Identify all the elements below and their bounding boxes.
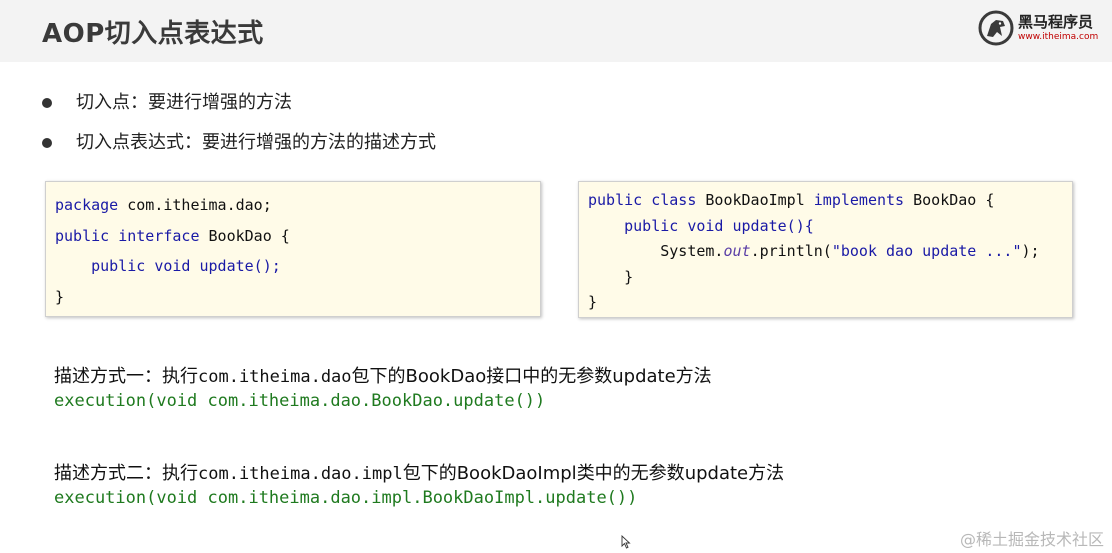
code-method: update(); (190, 257, 281, 275)
description-label: 描述方式一：执行com.itheima.dao包下的BookDao接口中的无参数… (54, 362, 712, 388)
description-package: com.itheima.dao (198, 367, 352, 387)
bullet-dot-icon (42, 138, 52, 148)
slide-title: AOP切入点表达式 (42, 19, 264, 49)
code-line: } (588, 264, 1072, 290)
code-line: public interface BookDao { (55, 221, 540, 252)
description-text: 方法 (675, 366, 712, 387)
code-keyword: implements (813, 191, 905, 209)
horse-logo-icon (978, 10, 1014, 46)
code-text: BookDao { (904, 191, 995, 209)
code-keyword: void (154, 257, 191, 275)
brand-name: 黑马程序员 (1018, 13, 1094, 31)
code-text: } (624, 267, 634, 286)
description-method: update (684, 463, 749, 484)
bullet-text: 切入点表达式：要进行增强的方法的描述方式 (76, 132, 436, 153)
interface-code-block: package com.itheima.dao; public interfac… (45, 181, 541, 317)
code-keyword: public (588, 191, 643, 209)
code-keyword: interface (118, 226, 200, 245)
code-keyword: package (55, 196, 119, 214)
cursor-icon (621, 535, 631, 549)
description-text: 类中的无参数 (576, 463, 685, 484)
description-text: 接口中的无参数 (486, 366, 613, 387)
description-label: 描述方式二：执行com.itheima.dao.impl包下的BookDaoIm… (54, 459, 784, 485)
description-class: BookDao (405, 366, 487, 387)
description-class: BookDaoImpl (456, 463, 577, 484)
code-line: } (55, 287, 65, 306)
code-keyword: class (651, 191, 697, 209)
code-text: com.itheima.dao; (118, 196, 272, 214)
slide-header: AOP切入点表达式 黑马程序员 www.itheima.com (0, 0, 1112, 62)
brand-url: www.itheima.com (1018, 32, 1099, 42)
description-text: 描述方式二：执行 (54, 463, 198, 484)
code-text: .println( (750, 242, 832, 260)
code-text: ); (1021, 242, 1040, 260)
impl-code-block: public class BookDaoImpl implements Book… (578, 181, 1073, 318)
code-line: package com.itheima.dao; (55, 190, 540, 221)
code-line: System.out.println("book dao update ..."… (588, 238, 1072, 264)
code-keyword: public (55, 226, 110, 245)
description-text: 包下的 (351, 366, 406, 387)
code-line: } (588, 293, 598, 311)
code-keyword: public (91, 257, 146, 275)
code-keyword: public (624, 216, 679, 235)
execution-expression: execution(void com.itheima.dao.BookDao.u… (54, 391, 546, 411)
code-line: public void update(){ (588, 213, 1072, 239)
code-line: public void update(); (55, 251, 540, 282)
description-text: 方法 (748, 463, 785, 484)
code-method: update(){ (723, 216, 814, 235)
watermark: @稀土掘金技术社区 (959, 530, 1104, 549)
code-text: System. (660, 242, 724, 260)
bullet-dot-icon (42, 98, 52, 108)
code-field: out (723, 242, 751, 260)
code-line: public class BookDaoImpl implements Book… (588, 187, 1072, 213)
bullet-text: 切入点：要进行增强的方法 (76, 92, 292, 113)
code-text: BookDaoImpl (696, 191, 814, 209)
code-string: "book dao update ..." (831, 242, 1022, 260)
code-keyword: void (687, 216, 724, 235)
description-method: update (612, 366, 676, 387)
brand-logo: 黑马程序员 www.itheima.com (978, 8, 1106, 48)
code-text: BookDao { (199, 226, 290, 245)
description-text: 描述方式一：执行 (54, 366, 198, 387)
execution-expression: execution(void com.itheima.dao.impl.Book… (54, 488, 638, 508)
description-package: com.itheima.dao.impl (198, 464, 403, 484)
description-text: 包下的 (402, 463, 457, 484)
